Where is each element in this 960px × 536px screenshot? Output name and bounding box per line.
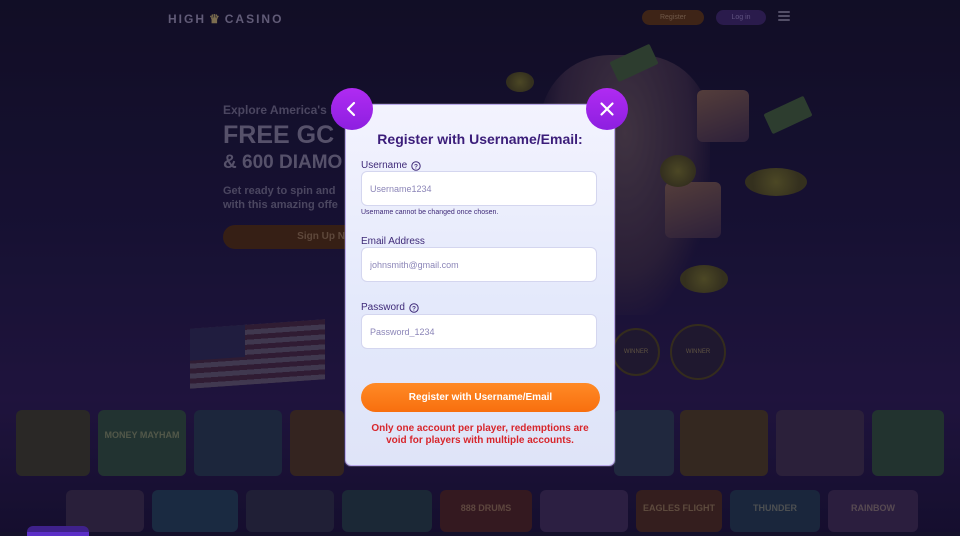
username-label: Username ? (361, 160, 421, 171)
register-modal: Register with Username/Email: Username ?… (345, 104, 615, 466)
password-label: Password ? (361, 302, 419, 313)
close-button[interactable] (586, 88, 628, 130)
svg-text:?: ? (414, 163, 418, 170)
back-button[interactable] (331, 88, 373, 130)
multiple-accounts-warning: Only one account per player, redemptions… (371, 423, 589, 446)
password-label-text: Password (361, 302, 405, 313)
email-label-text: Email Address (361, 236, 425, 247)
register-submit-button[interactable]: Register with Username/Email (361, 383, 600, 412)
help-icon[interactable]: ? (411, 160, 421, 171)
username-hint: Username cannot be changed once chosen. (361, 209, 499, 216)
help-icon[interactable]: ? (409, 302, 419, 313)
svg-text:?: ? (412, 305, 416, 312)
modal-title: Register with Username/Email: (377, 131, 583, 147)
chevron-left-icon (346, 101, 356, 117)
username-label-text: Username (361, 160, 408, 171)
close-icon (600, 102, 614, 116)
email-input[interactable] (361, 247, 597, 282)
username-input[interactable] (361, 171, 597, 206)
email-label: Email Address (361, 236, 425, 247)
password-input[interactable] (361, 314, 597, 349)
